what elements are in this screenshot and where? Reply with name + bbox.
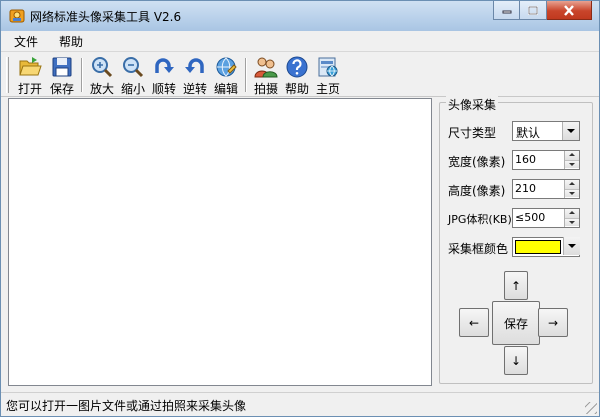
spin-down-icon[interactable] — [565, 160, 579, 168]
help-button[interactable]: 帮助 — [282, 55, 312, 96]
spin-up-icon[interactable] — [565, 151, 579, 160]
width-value: 160 — [515, 153, 536, 166]
move-right-button[interactable]: → — [538, 308, 568, 337]
home-button[interactable]: 主页 — [313, 55, 343, 96]
move-up-button[interactable]: ↑ — [504, 271, 528, 300]
panel-title: 头像采集 — [446, 96, 499, 113]
window-title: 网络标准头像采集工具 V2.6 — [30, 10, 182, 24]
arrow-up-icon: ↑ — [510, 278, 522, 293]
width-spinner[interactable]: 160 — [512, 150, 580, 170]
spin-down-icon[interactable] — [565, 189, 579, 197]
maximize-button[interactable] — [520, 1, 547, 20]
capture-panel: 头像采集 尺寸类型 默认 宽度(像素) 160 高度(像素) 210 JPG体积… — [439, 96, 593, 384]
chevron-down-icon[interactable] — [562, 122, 579, 140]
jpg-size-label: JPG体积(KB) — [448, 213, 512, 226]
arrow-down-icon: ↓ — [510, 353, 522, 368]
resize-grip-icon[interactable] — [585, 402, 597, 414]
edit-button[interactable]: 编辑 — [211, 55, 241, 96]
status-text: 您可以打开一图片文件或通过拍照来采集头像 — [6, 399, 247, 413]
title-bar[interactable]: 网络标准头像采集工具 V2.6 — [1, 1, 599, 31]
app-icon — [9, 9, 25, 23]
height-spinner[interactable]: 210 — [512, 179, 580, 199]
app-window: 网络标准头像采集工具 V2.6 文件 帮助 打开 保存 放大 缩小 顺转 逆转 … — [0, 0, 600, 417]
chevron-down-icon[interactable] — [563, 237, 580, 255]
close-icon — [564, 4, 574, 16]
rotate-ccw-button[interactable]: 逆转 — [180, 55, 210, 96]
spin-up-icon[interactable] — [565, 209, 579, 218]
jpg-size-value: ≤500 — [515, 211, 546, 224]
frame-color-select[interactable] — [512, 237, 580, 257]
height-value: 210 — [515, 182, 536, 195]
maximize-icon — [528, 5, 538, 15]
caption-buttons — [493, 1, 592, 21]
frame-color-dropdown[interactable] — [562, 237, 580, 257]
open-button[interactable]: 打开 — [15, 55, 45, 96]
status-bar: 您可以打开一图片文件或通过拍照来采集头像 — [1, 392, 599, 416]
save-toolbar-button[interactable]: 保存 — [47, 55, 77, 96]
floppy-disk-icon — [52, 57, 72, 77]
menu-bar: 文件 帮助 — [1, 31, 599, 51]
arrow-left-icon: ← — [468, 315, 480, 330]
people-camera-icon — [254, 57, 278, 78]
minimize-icon — [502, 10, 511, 14]
move-down-button[interactable]: ↓ — [504, 346, 528, 375]
size-type-value: 默认 — [516, 126, 541, 140]
magnifier-minus-icon — [123, 57, 144, 78]
question-icon — [286, 56, 308, 78]
menu-help[interactable]: 帮助 — [46, 31, 91, 51]
capture-button[interactable]: 拍摄 — [251, 55, 281, 96]
rotate-cw-icon — [155, 58, 174, 73]
height-updown[interactable] — [564, 180, 579, 198]
frame-color-label: 采集框颜色 — [448, 242, 509, 256]
save-capture-button[interactable]: 保存 — [492, 301, 540, 345]
edit-label: 编辑 — [213, 82, 238, 96]
width-updown[interactable] — [564, 151, 579, 169]
home-page-icon — [318, 57, 338, 77]
move-left-button[interactable]: ← — [459, 308, 489, 337]
width-label: 宽度(像素) — [448, 155, 506, 169]
zoom-out-button[interactable]: 缩小 — [118, 55, 148, 96]
home-label: 主页 — [315, 82, 340, 96]
spin-down-icon[interactable] — [565, 218, 579, 226]
frame-color-swatch — [515, 240, 561, 254]
save-label: 保存 — [49, 82, 74, 96]
size-type-select[interactable]: 默认 — [512, 121, 580, 141]
size-type-label: 尺寸类型 — [448, 126, 497, 140]
close-button[interactable] — [547, 1, 592, 20]
rotate-cw-button[interactable]: 顺转 — [149, 55, 179, 96]
spin-up-icon[interactable] — [565, 180, 579, 189]
magnifier-plus-icon — [92, 57, 113, 78]
image-canvas[interactable] — [8, 98, 432, 386]
folder-open-icon — [19, 57, 42, 76]
menu-file[interactable]: 文件 — [1, 31, 46, 51]
minimize-button[interactable] — [493, 1, 520, 20]
toolbar-grip[interactable] — [6, 57, 9, 93]
zoom-in-button[interactable]: 放大 — [87, 55, 117, 96]
save-capture-label: 保存 — [503, 316, 528, 331]
jpg-size-spinner[interactable]: ≤500 — [512, 208, 580, 228]
rotate-ccw-icon — [185, 58, 204, 73]
jpg-size-updown[interactable] — [564, 209, 579, 227]
toolbar: 打开 保存 放大 缩小 顺转 逆转 编辑 拍摄 帮助 主页 — [1, 51, 599, 97]
height-label: 高度(像素) — [448, 184, 506, 198]
arrow-right-icon: → — [547, 315, 559, 330]
globe-edit-icon — [216, 57, 237, 77]
